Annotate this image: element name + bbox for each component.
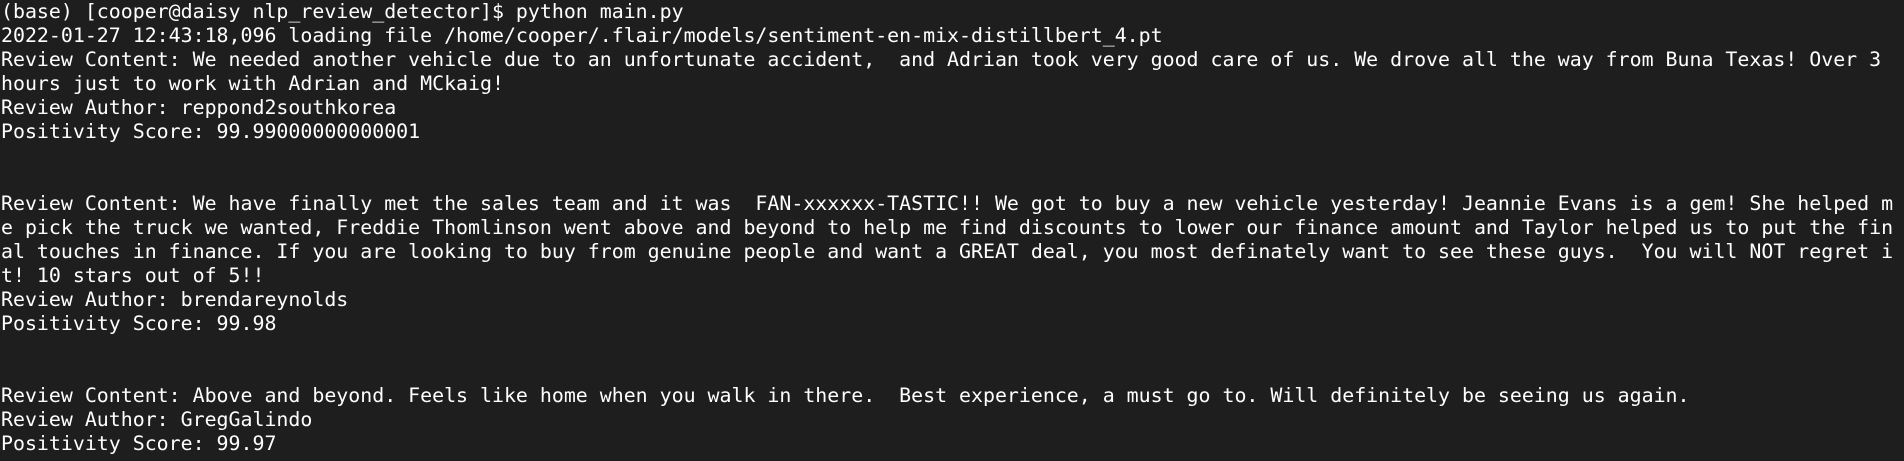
review-output-2: Review Content: We have finally met the …: [1, 192, 1904, 336]
review-author-line: Review Author: brendareynolds: [1, 288, 349, 311]
model-loading-log-line: 2022-01-27 12:43:18,096 loading file /ho…: [1, 24, 1163, 47]
review-content-line: Review Content: We have finally met the …: [1, 192, 1894, 215]
review-author-line: Review Author: GregGalindo: [1, 408, 313, 431]
review-content-line: e pick the truck we wanted, Freddie Thom…: [1, 216, 1894, 239]
terminal-window[interactable]: (base) [cooper@daisy nlp_review_detector…: [0, 0, 1904, 461]
review-content-line: hours just to work with Adrian and MCkai…: [1, 72, 504, 95]
positivity-score-line: Positivity Score: 99.97: [1, 432, 277, 455]
review-output-3: Review Content: Above and beyond. Feels …: [1, 384, 1904, 456]
positivity-score-line: Positivity Score: 99.98: [1, 312, 277, 335]
review-content-line: Review Content: We needed another vehicl…: [1, 48, 1882, 71]
review-output-1: Review Content: We needed another vehicl…: [1, 48, 1904, 144]
review-content-line: t! 10 stars out of 5!!: [1, 264, 265, 287]
review-content-line: Review Content: Above and beyond. Feels …: [1, 384, 1690, 407]
positivity-score-line: Positivity Score: 99.99000000000001: [1, 120, 421, 143]
review-content-line: al touches in finance. If you are lookin…: [1, 240, 1894, 263]
shell-prompt-line: (base) [cooper@daisy nlp_review_detector…: [1, 0, 684, 23]
review-author-line: Review Author: reppond2southkorea: [1, 96, 397, 119]
